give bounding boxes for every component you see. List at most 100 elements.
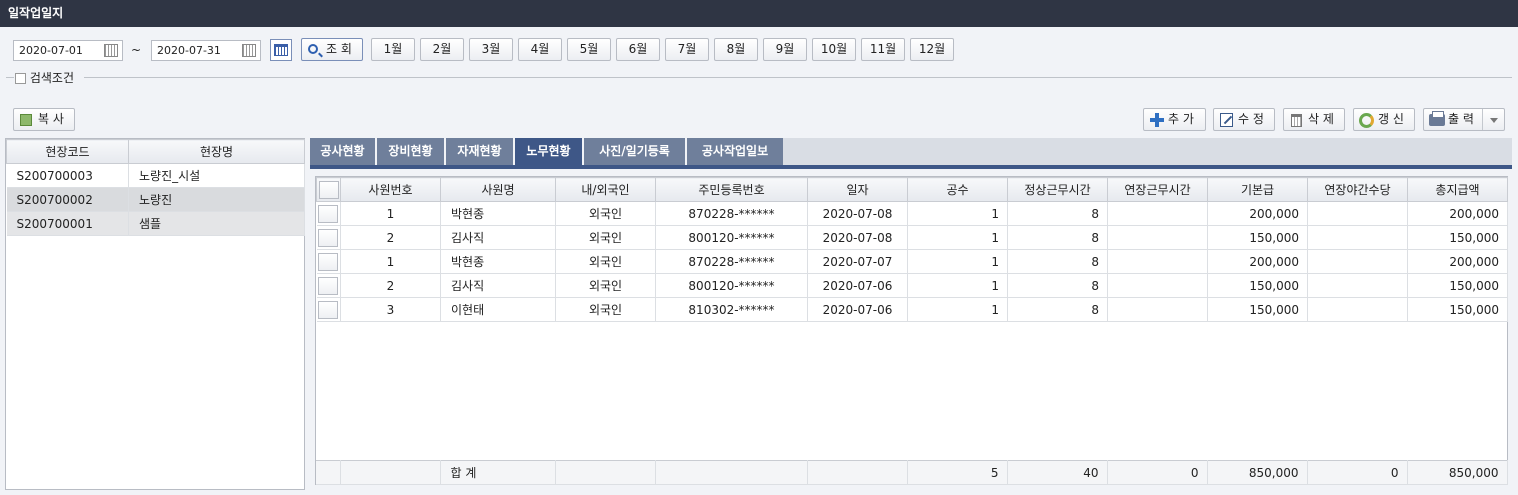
row-checkbox[interactable] xyxy=(318,252,339,271)
tab-3[interactable]: 자재현황 xyxy=(446,138,514,165)
tab-1[interactable]: 공사현황 xyxy=(310,138,376,165)
column-header-emp-name[interactable]: 사원명 xyxy=(440,177,556,202)
cell-units: 1 xyxy=(907,273,1008,298)
calendar-icon[interactable] xyxy=(242,44,256,57)
site-code-cell[interactable]: S200700003 xyxy=(6,163,129,188)
select-all-checkbox[interactable] xyxy=(318,180,339,199)
month-button-9[interactable]: 9월 xyxy=(763,38,807,61)
row-checkbox[interactable] xyxy=(318,228,339,247)
cell-emp-no: 2 xyxy=(340,273,441,298)
cell-rrn: 800120-****** xyxy=(655,273,808,298)
column-header-nationality[interactable]: 내/외국인 xyxy=(555,177,656,202)
add-button[interactable]: 추 가 xyxy=(1143,108,1206,131)
delete-button[interactable]: 삭 제 xyxy=(1283,108,1345,131)
month-button-11[interactable]: 11월 xyxy=(861,38,905,61)
labor-totals-row: 합 계 5 40 0 850,000 0 850,000 xyxy=(316,460,1508,485)
row-select-cell[interactable] xyxy=(316,201,341,226)
calendar-button[interactable] xyxy=(270,39,292,61)
search-condition-label: 검색조건 xyxy=(29,71,74,85)
column-header-site-name[interactable]: 현장명 xyxy=(128,139,305,164)
cell-units: 1 xyxy=(907,201,1008,226)
month-button-10[interactable]: 10월 xyxy=(812,38,856,61)
table-row[interactable]: 2 김사직 외국인 800120-****** 2020-07-08 1 8 150,000 1… xyxy=(316,225,1508,250)
cell-night-allowance xyxy=(1307,273,1408,298)
row-checkbox[interactable] xyxy=(318,300,339,319)
cell-nationality: 외국인 xyxy=(555,273,656,298)
column-header-night-allowance[interactable]: 연장야간수당 xyxy=(1307,177,1408,202)
cell-emp-name: 박현종 xyxy=(440,201,556,226)
cell-rrn: 870228-****** xyxy=(655,201,808,226)
month-button-7[interactable]: 7월 xyxy=(665,38,709,61)
search-condition-checkbox[interactable] xyxy=(15,73,26,84)
site-row[interactable]: S200700003 노량진_시설 xyxy=(6,163,305,188)
table-row[interactable]: 3 이현태 외국인 810302-****** 2020-07-06 1 8 150,000 1… xyxy=(316,297,1508,322)
tab-4[interactable]: 노무현황 xyxy=(515,138,583,165)
copy-button[interactable]: 복 사 xyxy=(13,108,75,131)
totals-total-pay: 850,000 xyxy=(1407,460,1508,485)
month-button-3[interactable]: 3월 xyxy=(469,38,513,61)
search-button[interactable]: 조 회 xyxy=(301,38,363,61)
labor-table: 사원번호 사원명 내/외국인 주민등록번호 일자 공수 정상근무시간 연장근무시간 기본급 연장야… xyxy=(316,177,1508,322)
totals-spacer xyxy=(316,460,341,485)
site-row[interactable]: S200700001 샘플 xyxy=(6,211,305,236)
row-select-cell[interactable] xyxy=(316,273,341,298)
month-button-8[interactable]: 8월 xyxy=(714,38,758,61)
column-header-normal-hours[interactable]: 정상근무시간 xyxy=(1007,177,1108,202)
column-header-rrn[interactable]: 주민등록번호 xyxy=(655,177,808,202)
edit-button[interactable]: 수 정 xyxy=(1213,108,1275,131)
site-code-cell[interactable]: S200700002 xyxy=(6,187,129,212)
search-condition-toggle[interactable]: 검색조건 xyxy=(15,69,74,86)
totals-spacer xyxy=(340,460,441,485)
row-select-cell[interactable] xyxy=(316,297,341,322)
month-button-5[interactable]: 5월 xyxy=(567,38,611,61)
site-code-cell[interactable]: S200700001 xyxy=(6,211,129,236)
cell-total-pay: 150,000 xyxy=(1407,297,1508,322)
cell-nationality: 외국인 xyxy=(555,201,656,226)
site-row[interactable]: S200700002 노량진 xyxy=(6,187,305,212)
month-button-6[interactable]: 6월 xyxy=(616,38,660,61)
add-button-label: 추 가 xyxy=(1168,112,1194,126)
cell-emp-no: 2 xyxy=(340,225,441,250)
tab-6[interactable]: 공사작업일보 xyxy=(687,138,784,165)
edit-icon xyxy=(1220,113,1233,127)
row-checkbox[interactable] xyxy=(318,204,339,223)
month-button-2[interactable]: 2월 xyxy=(420,38,464,61)
month-button-12[interactable]: 12월 xyxy=(910,38,954,61)
column-header-site-code[interactable]: 현장코드 xyxy=(6,139,129,164)
date-from-input[interactable]: 2020-07-01 xyxy=(13,40,123,61)
column-header-total-pay[interactable]: 총지급액 xyxy=(1407,177,1508,202)
tab-5[interactable]: 사진/일기등록 xyxy=(584,138,686,165)
select-all-header[interactable] xyxy=(316,177,341,202)
site-name-cell[interactable]: 샘플 xyxy=(128,211,305,236)
window-title: 일작업일지 xyxy=(0,0,1518,27)
chevron-down-icon[interactable] xyxy=(1482,109,1504,130)
column-header-overtime-hours[interactable]: 연장근무시간 xyxy=(1107,177,1208,202)
month-button-4[interactable]: 4월 xyxy=(518,38,562,61)
refresh-button[interactable]: 갱 신 xyxy=(1353,108,1415,131)
calendar-icon[interactable] xyxy=(104,44,118,57)
table-row[interactable]: 1 박현종 외국인 870228-****** 2020-07-08 1 8 200,000 2… xyxy=(316,201,1508,226)
row-checkbox[interactable] xyxy=(318,276,339,295)
table-row[interactable]: 1 박현종 외국인 870228-****** 2020-07-07 1 8 200,000 2… xyxy=(316,249,1508,274)
site-name-cell[interactable]: 노량진 xyxy=(128,187,305,212)
cell-normal-hours: 8 xyxy=(1007,201,1108,226)
table-row[interactable]: 2 김사직 외국인 800120-****** 2020-07-06 1 8 150,000 1… xyxy=(316,273,1508,298)
cell-date: 2020-07-06 xyxy=(807,273,908,298)
print-button[interactable]: 출 력 xyxy=(1423,108,1505,131)
tab-2[interactable]: 장비현황 xyxy=(377,138,445,165)
row-select-cell[interactable] xyxy=(316,225,341,250)
date-to-input[interactable]: 2020-07-31 xyxy=(151,40,261,61)
row-select-cell[interactable] xyxy=(316,249,341,274)
cell-normal-hours: 8 xyxy=(1007,249,1108,274)
month-button-1[interactable]: 1월 xyxy=(371,38,415,61)
column-header-date[interactable]: 일자 xyxy=(807,177,908,202)
delete-button-label: 삭 제 xyxy=(1308,112,1334,126)
site-name-cell[interactable]: 노량진_시설 xyxy=(128,163,305,188)
cell-normal-hours: 8 xyxy=(1007,225,1108,250)
cell-nationality: 외국인 xyxy=(555,297,656,322)
column-header-base-pay[interactable]: 기본급 xyxy=(1207,177,1308,202)
column-header-emp-no[interactable]: 사원번호 xyxy=(340,177,441,202)
cell-total-pay: 200,000 xyxy=(1407,249,1508,274)
column-header-units[interactable]: 공수 xyxy=(907,177,1008,202)
cell-emp-no: 1 xyxy=(340,201,441,226)
